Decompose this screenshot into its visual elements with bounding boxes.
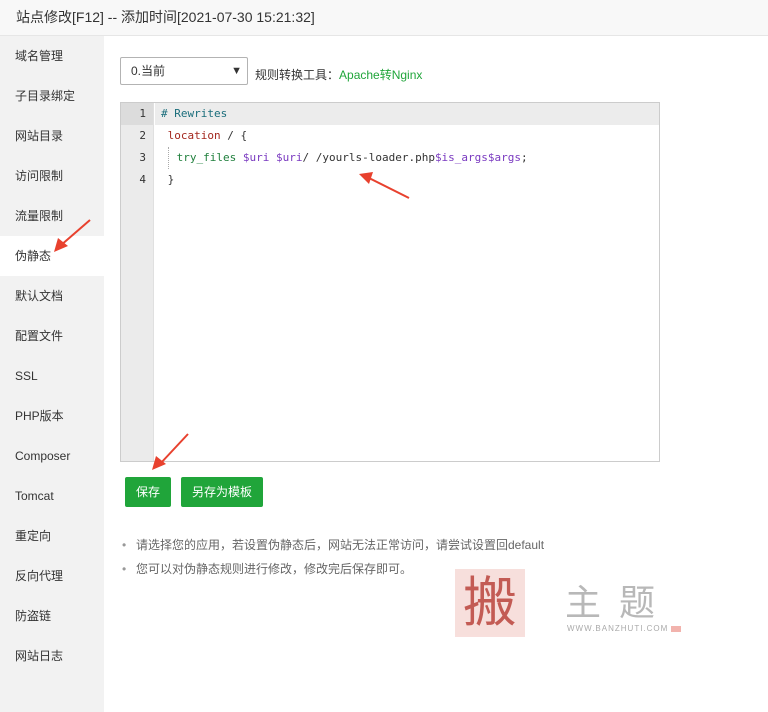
sidebar-item-reverse-proxy[interactable]: 反向代理 — [0, 556, 104, 596]
indent-guide — [167, 147, 177, 169]
rule-convert-tool: 规则转换工具：Apache转Nginx — [255, 66, 422, 83]
watermark-url-text: WWW.BANZHUTI.COM — [567, 624, 669, 633]
line-gutter: 1 2 3 4 — [121, 103, 154, 461]
annotation-arrow-icon — [359, 172, 410, 199]
annotation-arrow-icon — [152, 433, 189, 470]
save-as-template-button[interactable]: 另存为模板 — [181, 477, 263, 507]
sidebar-item-access-limit[interactable]: 访问限制 — [0, 156, 104, 196]
line-number: 1 — [121, 103, 153, 125]
rule-convert-label: 规则转换工具： — [255, 68, 340, 82]
window-title: 站点修改[F12] -- 添加时间[2021-07-30 15:21:32] — [0, 0, 768, 36]
code-editor[interactable]: 1 2 3 4 # Rewrites location / { try_file… — [120, 102, 660, 462]
chevron-down-icon: ▼ — [231, 65, 242, 77]
annotation-arrow-icon — [54, 219, 91, 252]
code-directive: try_files — [176, 151, 237, 164]
sidebar-item-redirect[interactable]: 重定向 — [0, 516, 104, 556]
sidebar-item-tomcat[interactable]: Tomcat — [0, 476, 104, 516]
watermark-url: WWW.BANZHUTI.COM — [567, 624, 682, 633]
tip-item: • 请选择您的应用，若设置伪静态后，网站无法正常访问，请尝试设置回default — [122, 535, 545, 559]
code-variable: $uri — [275, 151, 303, 164]
tip-text: 请选择您的应用，若设置伪静态后，网站无法正常访问，请尝试设置回default — [136, 538, 545, 552]
line-number: 2 — [139, 129, 146, 142]
bullet-icon: • — [122, 562, 127, 576]
sidebar-item-subdir-binding[interactable]: 子目录绑定 — [0, 76, 104, 116]
sidebar-item-site-logs[interactable]: 网站日志 — [0, 636, 104, 676]
code-variable: $is_args$args — [434, 151, 522, 164]
watermark-text: 主题 — [565, 583, 674, 624]
code-line: # Rewrites — [155, 103, 659, 125]
line-number: 4 — [139, 173, 146, 186]
line-number: 3 — [139, 151, 146, 164]
code-text: / { — [220, 129, 248, 142]
sidebar-item-ssl[interactable]: SSL — [0, 356, 104, 396]
watermark-dot-icon — [671, 625, 682, 632]
code-variable: $uri — [242, 151, 270, 164]
sidebar-item-composer[interactable]: Composer — [0, 436, 104, 476]
sidebar: 域名管理 子目录绑定 网站目录 访问限制 流量限制 伪静态 默认文档 配置文件 … — [0, 36, 104, 712]
code-text: / /yourls-loader.php — [302, 151, 435, 164]
sidebar-item-php-version[interactable]: PHP版本 — [0, 396, 104, 436]
code-comment: # Rewrites — [161, 107, 228, 120]
code-text: ; — [521, 151, 528, 164]
save-button[interactable]: 保存 — [125, 477, 171, 507]
watermark-logo: 搬 — [455, 569, 525, 637]
code-keyword: location — [167, 129, 221, 142]
watermark: 搬 主题 WWW.BANZHUTI.COM — [455, 566, 685, 637]
sidebar-item-domain[interactable]: 域名管理 — [0, 36, 104, 76]
sidebar-item-site-directory[interactable]: 网站目录 — [0, 116, 104, 156]
sidebar-item-hotlink-protection[interactable]: 防盗链 — [0, 596, 104, 636]
tip-text: 您可以对伪静态规则进行修改，修改完后保存即可。 — [136, 562, 413, 576]
sidebar-item-config-file[interactable]: 配置文件 — [0, 316, 104, 356]
select-value: 0.当前 — [131, 64, 166, 78]
rewrite-template-select[interactable]: 0.当前 ▼ — [120, 57, 248, 85]
code-text: } — [167, 173, 175, 186]
sidebar-item-default-doc[interactable]: 默认文档 — [0, 276, 104, 316]
bullet-icon: • — [122, 538, 127, 552]
apache-to-nginx-link[interactable]: Apache转Nginx — [339, 68, 422, 82]
code-line: try_files $uri $uri/ /yourls-loader.php$… — [155, 147, 659, 169]
code-line: location / { — [155, 125, 659, 147]
